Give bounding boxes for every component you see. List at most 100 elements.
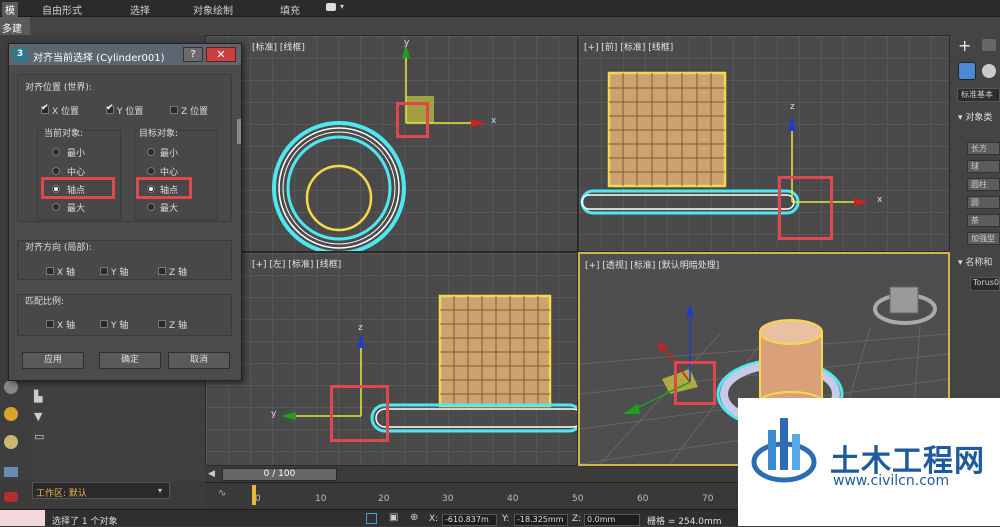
viewport-front[interactable]: [+] [前] [标准] [线框] z x bbox=[578, 35, 950, 252]
current-center-radio[interactable] bbox=[52, 167, 60, 175]
y-coord-field[interactable]: -18.325mm bbox=[514, 514, 568, 526]
watermark-emblem bbox=[751, 418, 817, 483]
z-position-checkbox[interactable] bbox=[170, 106, 178, 114]
viewport-left[interactable]: [+] [左] [标准] [线框] z y bbox=[205, 252, 578, 466]
curve-icon[interactable]: ∿ bbox=[218, 488, 226, 499]
modify-icon[interactable] bbox=[982, 39, 996, 51]
cancel-button[interactable]: 取消 bbox=[168, 352, 230, 369]
lock-icon[interactable]: ▣ bbox=[389, 512, 398, 523]
viewport-top[interactable]: [标准] [线框] y x bbox=[205, 35, 578, 252]
layer-icon[interactable]: ▭ bbox=[34, 430, 44, 443]
menu-freeform[interactable]: 自由形式 bbox=[42, 2, 82, 17]
teapot-button[interactable]: 茶 bbox=[967, 214, 1000, 227]
z-position-label: Z 位置 bbox=[181, 107, 209, 117]
target-min-radio[interactable] bbox=[147, 148, 155, 156]
z-coord-field[interactable]: 0.0mm bbox=[584, 514, 640, 526]
tick-50: 50 bbox=[572, 494, 584, 504]
menu-selection[interactable]: 选择 bbox=[130, 2, 150, 17]
apply-button[interactable]: 应用 bbox=[22, 352, 84, 369]
current-max-label: 最大 bbox=[67, 204, 86, 214]
dialog-scrollbar[interactable] bbox=[237, 119, 241, 144]
grid-size: 栅格 = 254.0mm bbox=[647, 517, 722, 527]
current-min-radio[interactable] bbox=[52, 148, 60, 156]
chevron-down-icon[interactable]: ▾ bbox=[158, 486, 162, 495]
box-button[interactable]: 长方 bbox=[967, 142, 1000, 155]
ok-button[interactable]: 确定 bbox=[99, 352, 161, 369]
target-max-radio[interactable] bbox=[147, 203, 155, 211]
tick-0: 0 bbox=[255, 494, 261, 504]
menu-fragment[interactable]: 模 bbox=[2, 2, 18, 17]
shapes-icon[interactable] bbox=[982, 64, 996, 78]
sun-icon[interactable] bbox=[4, 407, 18, 421]
viewport-front-scene bbox=[580, 71, 869, 215]
orient-x-checkbox[interactable] bbox=[46, 267, 54, 275]
scale-x-checkbox[interactable] bbox=[46, 320, 54, 328]
filter-icon[interactable]: ▼ bbox=[34, 410, 42, 423]
current-max-radio[interactable] bbox=[52, 203, 60, 211]
viewport-perspective-label[interactable]: [+] [透视] [标准] [默认明暗处理] bbox=[585, 258, 719, 271]
explorer-camera-icon[interactable]: ▙ bbox=[34, 390, 42, 403]
slider-left-icon[interactable]: ◀ bbox=[208, 469, 215, 479]
align-dialog: 3 对齐当前选择 (Cylinder001) ? ✕ 对齐位置 (世界): X … bbox=[8, 43, 242, 381]
x-position-checkbox[interactable] bbox=[41, 103, 49, 114]
orient-y-checkbox[interactable] bbox=[100, 267, 108, 275]
name-color-header[interactable]: ▾ 名称和 bbox=[958, 255, 992, 268]
match-scale-label: 匹配比例: bbox=[25, 297, 65, 307]
y-position-checkbox[interactable] bbox=[106, 103, 114, 114]
category-dropdown[interactable]: 标准基本 bbox=[957, 88, 1000, 102]
scale-y-label: Y 轴 bbox=[111, 321, 129, 331]
current-min-label: 最小 bbox=[67, 149, 86, 159]
chevron-down-icon[interactable]: ▾ bbox=[340, 2, 344, 11]
ribbon bbox=[0, 17, 1000, 35]
object-type-header[interactable]: ▾ 对象类 bbox=[958, 110, 992, 123]
tick-30: 30 bbox=[442, 494, 454, 504]
axis-label-y: y bbox=[404, 38, 410, 48]
y-position-label: Y 位置 bbox=[117, 107, 144, 117]
viewport-left-scene bbox=[281, 294, 577, 433]
tick-40: 40 bbox=[507, 494, 519, 504]
name-color-label: 名称和 bbox=[965, 258, 993, 268]
x-coord-field[interactable]: -610.837m bbox=[442, 514, 497, 526]
workspace-dropdown[interactable]: 工作区: 默认 bbox=[32, 482, 170, 499]
time-slider[interactable]: 0 / 100 bbox=[222, 468, 337, 481]
y-coord-label: Y: bbox=[502, 514, 510, 524]
tick-70: 70 bbox=[702, 494, 714, 504]
target-center-radio[interactable] bbox=[147, 167, 155, 175]
object-type-label: 对象类 bbox=[965, 113, 993, 123]
orient-y-label: Y 轴 bbox=[111, 268, 129, 278]
selection-lock-icon[interactable] bbox=[366, 513, 377, 524]
cylinder-button[interactable]: 圆柱 bbox=[967, 178, 1000, 191]
close-button[interactable]: ✕ bbox=[206, 47, 236, 62]
scale-y-checkbox[interactable] bbox=[100, 320, 108, 328]
pivot-highlight-top bbox=[396, 102, 429, 138]
dialog-title: 对齐当前选择 (Cylinder001) bbox=[33, 53, 165, 64]
geometry-icon[interactable] bbox=[958, 62, 976, 80]
ribbon-tab-modeling[interactable]: 多建模 bbox=[0, 17, 30, 50]
scale-z-checkbox[interactable] bbox=[158, 320, 166, 328]
menu-object-paint[interactable]: 对象绘制 bbox=[193, 2, 233, 17]
grid-object-icon[interactable] bbox=[4, 467, 18, 477]
maxscript-listener[interactable] bbox=[0, 510, 45, 526]
menu-populate[interactable]: 填充 bbox=[280, 2, 300, 17]
align-position-label: 对齐位置 (世界): bbox=[25, 83, 92, 93]
torus-button[interactable]: 圆 bbox=[967, 196, 1000, 209]
align-orientation-label: 对齐方向 (局部): bbox=[25, 243, 92, 253]
plus-icon[interactable]: + bbox=[958, 36, 971, 55]
dialog-titlebar[interactable]: 3 对齐当前选择 (Cylinder001) ? ✕ bbox=[9, 44, 241, 65]
pivot-highlight-perspective bbox=[674, 361, 716, 405]
light-icon[interactable] bbox=[4, 380, 18, 394]
teapot-icon[interactable] bbox=[4, 492, 18, 502]
sphere-button[interactable]: 球 bbox=[967, 160, 1000, 173]
viewport-top-scene bbox=[272, 44, 486, 251]
menu-extra-icon[interactable] bbox=[326, 3, 336, 11]
object-name-field[interactable]: Torus0 bbox=[970, 277, 1000, 291]
tick-20: 20 bbox=[378, 494, 390, 504]
sphere-icon[interactable] bbox=[4, 435, 18, 449]
help-button[interactable]: ? bbox=[183, 47, 203, 62]
app-icon: 3 bbox=[13, 48, 27, 61]
menu-bar: 模 自由形式 选择 对象绘制 填充 ▾ bbox=[0, 0, 1000, 17]
enhanced-button[interactable]: 加强型 bbox=[967, 232, 1000, 245]
transform-mode-icon[interactable]: ⊕ bbox=[410, 512, 418, 523]
orient-z-checkbox[interactable] bbox=[158, 267, 166, 275]
axis-label-z: z bbox=[790, 102, 795, 112]
